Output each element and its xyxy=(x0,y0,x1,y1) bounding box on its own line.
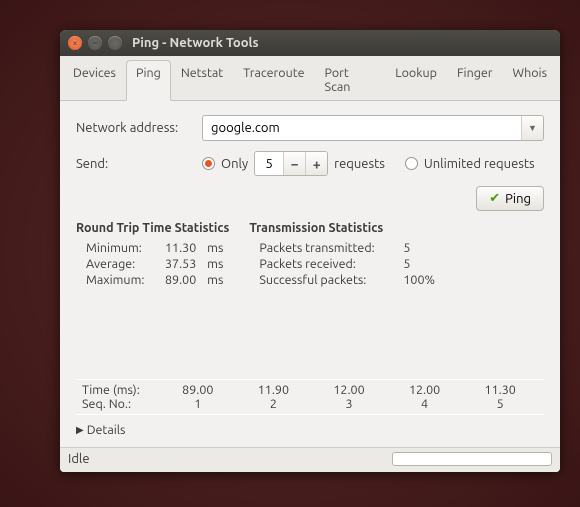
titlebar: × – Ping - Network Tools xyxy=(60,30,560,56)
stats-area: Round Trip Time Statistics Minimum: 11.30… xyxy=(76,221,544,289)
divider xyxy=(76,379,544,380)
chevron-down-icon: ▼ xyxy=(528,123,537,133)
status-text: Idle xyxy=(68,452,90,466)
ping-button-label: Ping xyxy=(505,192,531,206)
check-icon: ✔ xyxy=(489,191,500,206)
only-label: Only xyxy=(221,157,248,171)
result-seq: 5 xyxy=(462,397,538,411)
details-expander[interactable]: ▶ Details xyxy=(76,423,544,437)
radio-unlimited[interactable] xyxy=(405,157,418,170)
tab-devices[interactable]: Devices xyxy=(63,60,126,101)
result-col: 11.305 xyxy=(462,383,538,411)
time-row-label: Time (ms): xyxy=(82,383,160,397)
address-dropdown-button[interactable]: ▼ xyxy=(521,116,543,140)
maximize-icon[interactable] xyxy=(108,36,122,50)
result-time: 89.00 xyxy=(160,383,236,397)
rtt-max-unit: ms xyxy=(207,273,223,287)
network-tools-window: × – Ping - Network Tools Devices Ping Ne… xyxy=(60,30,560,472)
ok-label: Successful packets: xyxy=(259,273,399,287)
rtt-max-label: Maximum: xyxy=(86,273,161,287)
rx-value: 5 xyxy=(403,257,410,271)
result-col: 12.003 xyxy=(311,383,387,411)
address-combo[interactable]: ▼ xyxy=(202,115,544,141)
rtt-max-value: 89.00 xyxy=(165,273,196,287)
result-seq: 3 xyxy=(311,397,387,411)
trans-heading: Transmission Statistics xyxy=(249,221,435,235)
rtt-heading: Round Trip Time Statistics xyxy=(76,221,229,235)
seq-row-label: Seq. No.: xyxy=(82,397,160,411)
rtt-min-unit: ms xyxy=(207,241,223,255)
requests-word: requests xyxy=(334,157,385,171)
details-label: Details xyxy=(87,423,126,437)
address-input[interactable] xyxy=(203,121,521,135)
tab-ping[interactable]: Ping xyxy=(126,60,171,101)
result-seq: 2 xyxy=(236,397,312,411)
result-col: 12.004 xyxy=(387,383,463,411)
progress-bar xyxy=(392,452,552,466)
address-label: Network address: xyxy=(76,121,196,135)
minimize-icon[interactable]: – xyxy=(88,36,102,50)
ping-panel: Network address: ▼ Send: Only − + reques… xyxy=(60,101,560,447)
count-increment[interactable]: + xyxy=(305,152,327,175)
tab-netstat[interactable]: Netstat xyxy=(171,60,233,101)
ok-value: 100% xyxy=(403,273,435,287)
result-seq: 4 xyxy=(387,397,463,411)
result-time: 11.90 xyxy=(236,383,312,397)
triangle-right-icon: ▶ xyxy=(76,424,84,436)
ping-button[interactable]: ✔ Ping xyxy=(476,186,544,211)
rtt-min-label: Minimum: xyxy=(86,241,161,255)
rtt-avg-label: Average: xyxy=(86,257,161,271)
count-decrement[interactable]: − xyxy=(283,152,305,175)
tabbar: Devices Ping Netstat Traceroute Port Sca… xyxy=(60,56,560,101)
tx-label: Packets transmitted: xyxy=(259,241,399,255)
radio-only[interactable] xyxy=(202,157,215,170)
rx-label: Packets received: xyxy=(259,257,399,271)
result-col: 89.001 xyxy=(160,383,236,411)
rtt-avg-unit: ms xyxy=(207,257,223,271)
result-seq: 1 xyxy=(160,397,236,411)
rtt-min-value: 11.30 xyxy=(165,241,196,255)
tab-port-scan[interactable]: Port Scan xyxy=(315,60,386,101)
tab-whois[interactable]: Whois xyxy=(503,60,557,101)
close-icon[interactable]: × xyxy=(68,36,82,50)
divider xyxy=(76,414,544,415)
tab-finger[interactable]: Finger xyxy=(447,60,503,101)
result-time: 12.00 xyxy=(311,383,387,397)
unlimited-label: Unlimited requests xyxy=(424,157,535,171)
send-label: Send: xyxy=(76,157,196,171)
rtt-avg-value: 37.53 xyxy=(165,257,196,271)
result-time: 11.30 xyxy=(462,383,538,397)
window-title: Ping - Network Tools xyxy=(132,36,259,50)
result-col: 11.902 xyxy=(236,383,312,411)
results-table: Time (ms): Seq. No.: 89.001 11.902 12.00… xyxy=(82,383,538,411)
statusbar: Idle xyxy=(60,447,560,472)
tx-value: 5 xyxy=(403,241,410,255)
tab-traceroute[interactable]: Traceroute xyxy=(233,60,314,101)
count-input[interactable] xyxy=(255,157,283,171)
count-spinbox[interactable]: − + xyxy=(254,151,328,176)
tab-lookup[interactable]: Lookup xyxy=(385,60,447,101)
result-time: 12.00 xyxy=(387,383,463,397)
